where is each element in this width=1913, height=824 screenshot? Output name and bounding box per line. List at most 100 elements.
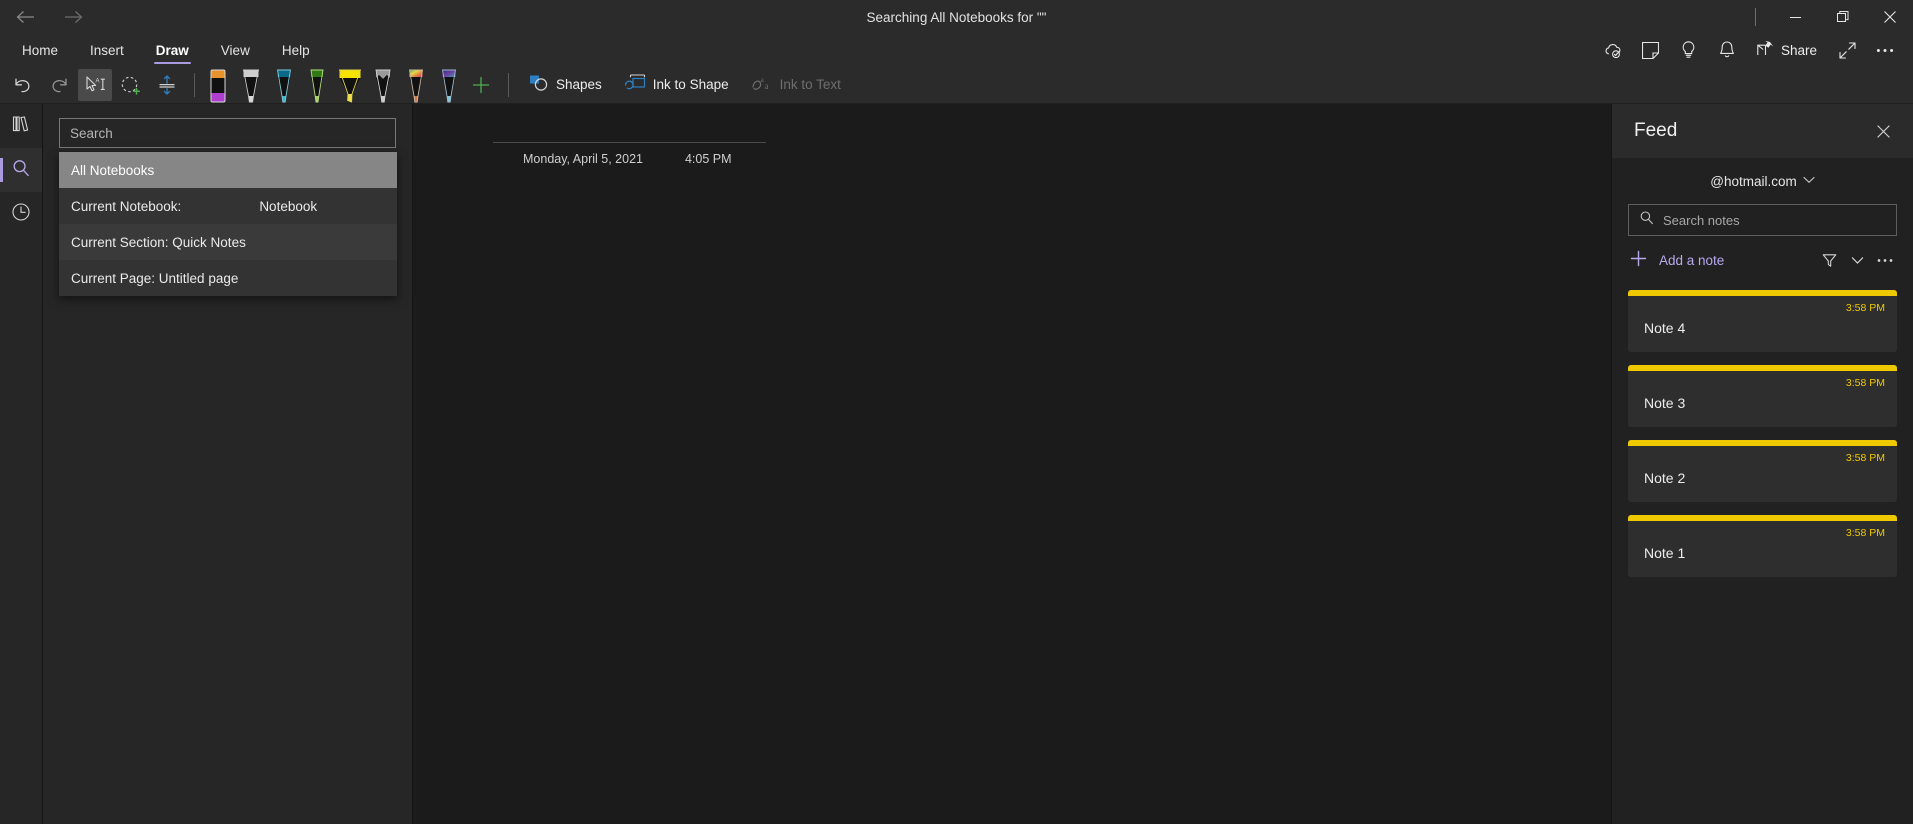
tab-view[interactable]: View (205, 34, 266, 66)
draw-toolbar: A Shapes Ink to Shape a a Ink to Text (0, 66, 1913, 104)
search-panel: All Notebooks Current Notebook: Notebook… (43, 104, 413, 824)
restore-icon[interactable] (1819, 0, 1866, 34)
notebooks-icon (11, 114, 31, 139)
chevron-down-icon[interactable] (1845, 248, 1869, 272)
feed-title: Feed (1634, 120, 1678, 141)
search-scope-current-section[interactable]: Current Section: Quick Notes (59, 224, 397, 260)
page-time: 4:05 PM (684, 152, 732, 166)
more-options-icon[interactable] (1867, 35, 1903, 65)
note-search-input[interactable] (1663, 212, 1886, 228)
lightbulb-icon[interactable] (1671, 35, 1707, 65)
add-note-label: Add a note (1659, 252, 1725, 268)
ink-to-shape-label: Ink to Shape (652, 77, 729, 92)
ribbon-tab-list: Home Insert Draw View Help (0, 34, 326, 66)
scope-label: All Notebooks (71, 162, 155, 178)
search-scope-current-notebook[interactable]: Current Notebook: Notebook (59, 188, 397, 224)
pen-teal[interactable] (271, 66, 297, 104)
filter-icon[interactable] (1817, 248, 1841, 272)
note-timestamp: 3:58 PM (1845, 527, 1885, 539)
page-header: Monday, April 5, 2021 4:05 PM (493, 142, 793, 166)
note-card[interactable]: 3:58 PM Note 3 (1628, 365, 1897, 427)
plus-icon (1630, 250, 1647, 271)
close-icon[interactable] (1869, 117, 1897, 145)
tab-help[interactable]: Help (266, 34, 326, 66)
search-scope-all-notebooks[interactable]: All Notebooks (59, 152, 397, 188)
minimize-icon[interactable] (1772, 0, 1819, 34)
insert-space-icon[interactable] (150, 69, 184, 101)
shapes-button[interactable]: Shapes (519, 70, 612, 100)
scope-label: Current Section: Quick Notes (71, 234, 246, 250)
feed-action-icons (1817, 248, 1897, 272)
pen-strip (205, 66, 462, 104)
expand-icon[interactable] (1829, 35, 1865, 65)
note-title: Note 2 (1644, 469, 1686, 486)
close-icon[interactable] (1866, 0, 1913, 34)
pen-rainbow[interactable] (403, 66, 429, 104)
rail-item-notebooks[interactable] (0, 104, 42, 148)
svg-text:a: a (764, 81, 768, 91)
pen-eraser[interactable] (205, 66, 231, 104)
titlebar-divider (1755, 8, 1756, 26)
account-email: @hotmail.com (1710, 173, 1797, 189)
pen-white[interactable] (238, 66, 264, 104)
share-icon (1757, 40, 1775, 59)
page-canvas[interactable]: Monday, April 5, 2021 4:05 PM (413, 104, 1611, 824)
notes-list: 3:58 PM Note 4 3:58 PM Note 3 3:58 PM No… (1628, 284, 1897, 577)
scope-value: Notebook (259, 198, 318, 214)
note-title: Note 1 (1644, 544, 1686, 561)
pencil-gray[interactable] (370, 66, 396, 104)
clock-icon (11, 202, 31, 227)
search-input[interactable] (59, 118, 396, 148)
rail-item-search[interactable] (0, 148, 42, 192)
ink-to-shape-button[interactable]: Ink to Shape (614, 70, 739, 100)
highlighter-yellow[interactable] (337, 66, 363, 104)
add-note-button[interactable]: Add a note (1628, 246, 1728, 275)
search-scope-current-page[interactable]: Current Page: Untitled page (59, 260, 397, 296)
undo-icon[interactable] (6, 69, 40, 101)
note-card[interactable]: 3:58 PM Note 2 (1628, 440, 1897, 502)
share-button[interactable]: Share (1747, 36, 1827, 64)
toolbar-divider-2 (508, 72, 509, 97)
search-icon (11, 158, 31, 183)
pen-galaxy[interactable] (436, 66, 462, 104)
forward-icon[interactable] (58, 4, 88, 30)
lasso-select-icon[interactable] (114, 69, 148, 101)
ribbon-tabs: Home Insert Draw View Help Share (0, 34, 1913, 66)
main-body: All Notebooks Current Notebook: Notebook… (0, 104, 1913, 824)
feed-actions: Add a note (1628, 236, 1897, 284)
select-text-icon[interactable]: A (78, 68, 112, 101)
search-icon (1639, 210, 1654, 230)
note-timestamp: 3:58 PM (1845, 377, 1885, 389)
page-date: Monday, April 5, 2021 (523, 152, 643, 166)
ink-to-text-icon: a a (751, 74, 773, 95)
shapes-label: Shapes (556, 77, 602, 92)
navigation-arrows (0, 4, 88, 30)
feed-panel: Feed @hotmail.com Search notes Add a not… (1611, 104, 1913, 824)
tab-draw[interactable]: Draw (140, 34, 205, 66)
ink-to-shape-icon (624, 74, 646, 95)
pen-green[interactable] (304, 66, 330, 104)
more-options-icon[interactable] (1873, 248, 1897, 272)
left-rail (0, 104, 43, 824)
account-selector[interactable]: @hotmail.com (1628, 158, 1897, 204)
note-card[interactable]: 3:58 PM Note 4 (1628, 290, 1897, 352)
toolbar-divider-1 (194, 72, 195, 97)
redo-icon[interactable] (42, 69, 76, 101)
rail-item-recent[interactable] (0, 192, 42, 236)
add-pen-icon[interactable] (464, 69, 498, 101)
note-search-box[interactable] (1628, 204, 1897, 236)
note-timestamp: 3:58 PM (1845, 452, 1885, 464)
note-timestamp: 3:58 PM (1845, 302, 1885, 314)
ribbon-actions: Share (1595, 34, 1913, 66)
ink-to-text-label: Ink to Text (779, 77, 841, 92)
onenote-window: Searching All Notebooks for "" Home Inse… (0, 0, 1913, 824)
tab-insert[interactable]: Insert (74, 34, 140, 66)
tab-home[interactable]: Home (6, 34, 74, 66)
feed-body: @hotmail.com Search notes Add a note 3:5… (1612, 158, 1913, 824)
note-card[interactable]: 3:58 PM Note 1 (1628, 515, 1897, 577)
note-title: Note 3 (1644, 394, 1686, 411)
back-icon[interactable] (10, 4, 40, 30)
sticky-note-icon[interactable] (1633, 35, 1669, 65)
bell-icon[interactable] (1709, 35, 1745, 65)
cloud-sync-icon[interactable] (1595, 35, 1631, 65)
